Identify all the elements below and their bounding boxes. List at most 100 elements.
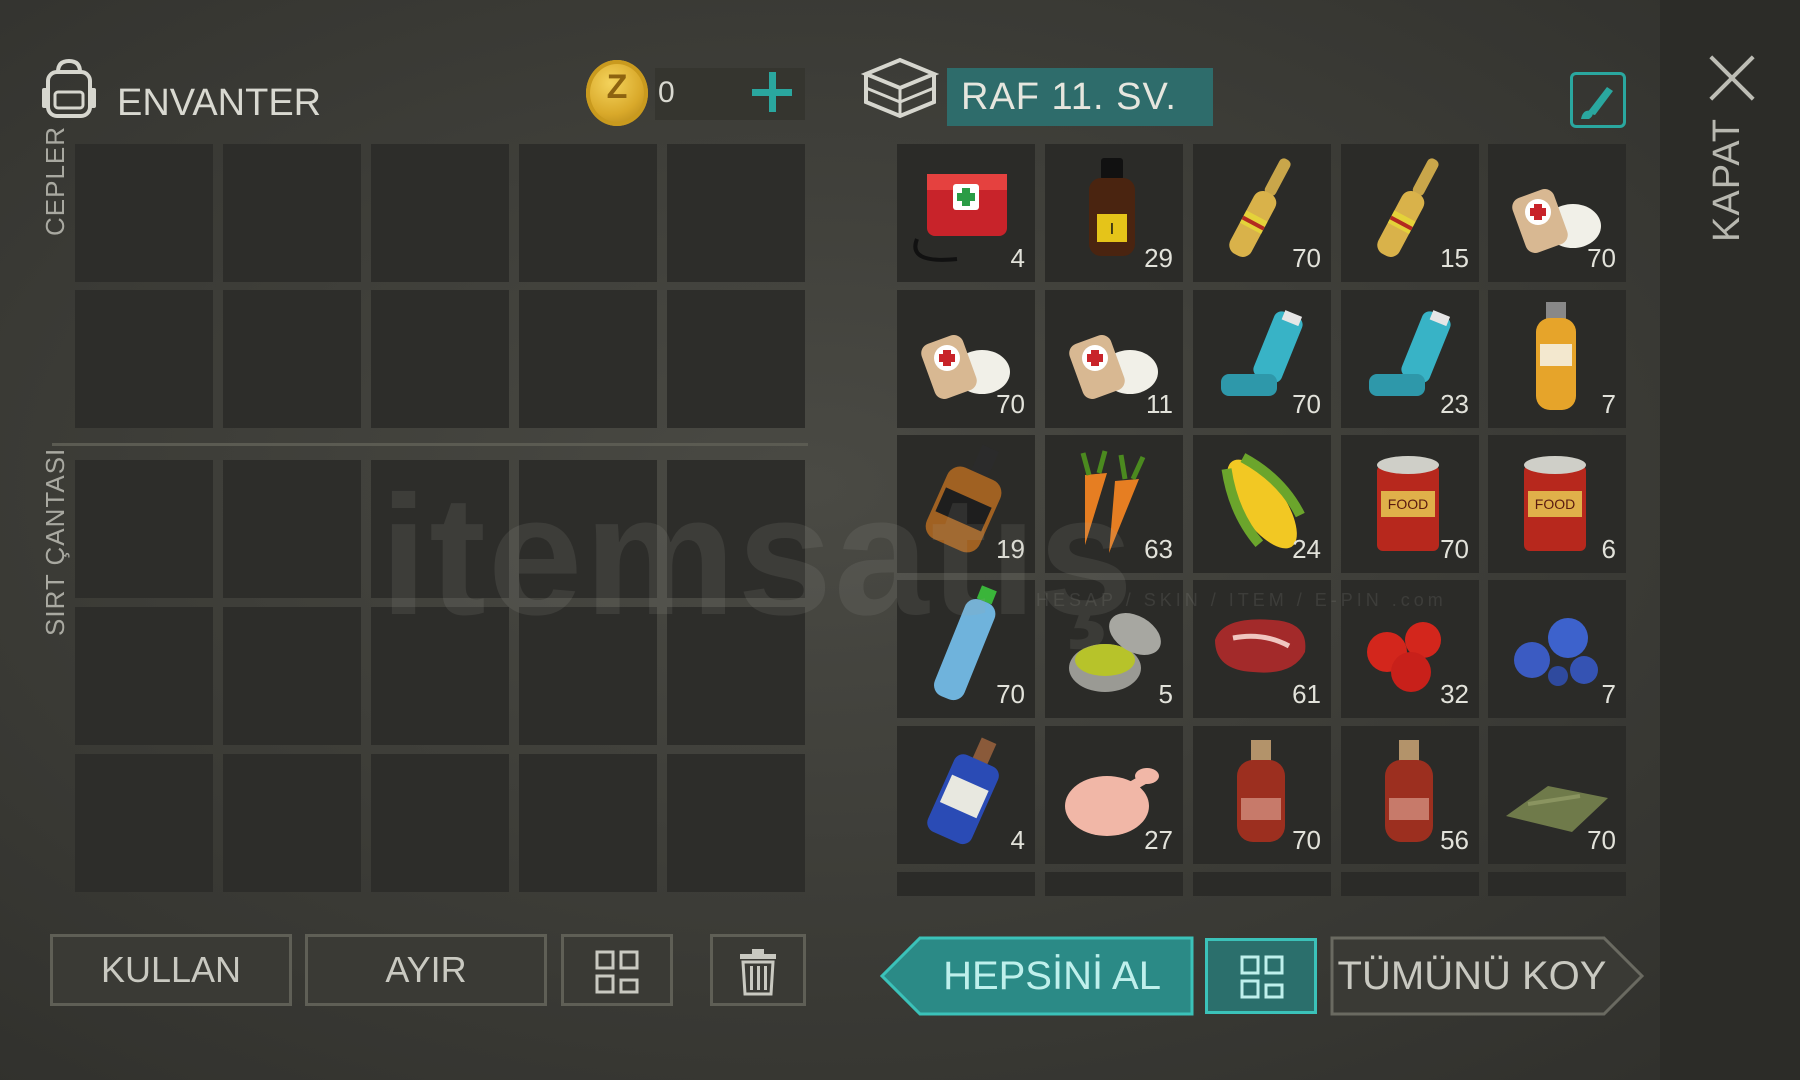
delete-button[interactable] (710, 934, 806, 1006)
grid-sort-icon (595, 950, 639, 994)
container-item-slot[interactable]: 70 (1488, 144, 1626, 282)
backpack-slot[interactable] (75, 754, 213, 892)
item-quantity: 4 (1010, 825, 1025, 855)
take-all-label: HEPSİNİ AL (943, 953, 1161, 998)
sort-button[interactable] (561, 934, 673, 1006)
put-all-label: TÜMÜNÜ KOY (1338, 954, 1607, 998)
coin-value: 0 (658, 76, 675, 109)
backpack-slot[interactable] (371, 754, 509, 892)
container-item-slot[interactable]: 70 (1193, 144, 1331, 282)
backpack-slot[interactable] (75, 607, 213, 745)
pocket-slot[interactable] (75, 290, 213, 428)
container-item-slot[interactable]: 70 (1193, 726, 1331, 864)
section-divider (52, 443, 808, 446)
backpack-icon (42, 58, 96, 118)
container-item-slot[interactable]: 24 (1193, 435, 1331, 573)
item-quantity: 56 (1440, 825, 1469, 855)
rename-button[interactable] (1570, 72, 1626, 128)
container-box-icon (860, 57, 940, 119)
backpack-slot[interactable] (519, 754, 657, 892)
trash-icon (740, 949, 776, 996)
item-quantity: 70 (1292, 825, 1321, 855)
item-quantity: 32 (1440, 679, 1469, 709)
backpack-label: SIRT ÇANTASI (40, 447, 70, 636)
pocket-slot[interactable] (223, 144, 361, 282)
add-coins-button[interactable] (752, 72, 792, 112)
container-item-slot[interactable]: 56 (1341, 726, 1479, 864)
backpack-slot[interactable] (223, 754, 361, 892)
container-item-slot[interactable]: FOOD 70 (1341, 435, 1479, 573)
container-item-slot[interactable] (1193, 872, 1331, 896)
brush-icon (1581, 87, 1613, 119)
quick-sort-button[interactable] (1205, 938, 1317, 1014)
watermark: itemsatış (380, 461, 1136, 651)
item-quantity: 4 (1010, 243, 1025, 273)
item-quantity: 7 (1601, 389, 1616, 419)
container-item-slot[interactable]: 70 (1193, 290, 1331, 428)
container-item-slot[interactable]: 7 (1488, 290, 1626, 428)
container-name: RAF 11. SV. (961, 76, 1177, 118)
item-quantity: 63 (1144, 534, 1173, 564)
pocket-slot[interactable] (75, 144, 213, 282)
item-quantity: 11 (1146, 389, 1173, 419)
use-button[interactable]: KULLAN (50, 934, 292, 1006)
backpack-slot[interactable] (75, 460, 213, 598)
container-item-slot[interactable] (1341, 872, 1479, 896)
item-quantity: 70 (1440, 534, 1469, 564)
backpack-slot[interactable] (223, 460, 361, 598)
container-item-slot[interactable]: 4 (897, 726, 1035, 864)
container-item-slot[interactable]: 70 (897, 290, 1035, 428)
watermark-subtitle: HESAP / SKIN / ITEM / E-PIN .com (1036, 590, 1447, 610)
close-button[interactable]: KAPAT (1660, 118, 1800, 270)
backpack-slot[interactable] (667, 754, 805, 892)
container-item-slot[interactable] (1488, 872, 1626, 896)
item-quantity: 24 (1292, 534, 1321, 564)
item-quantity: 70 (1587, 825, 1616, 855)
container-item-slot[interactable]: 11 (1045, 290, 1183, 428)
take-all-button[interactable]: HEPSİNİ AL (880, 936, 1194, 1016)
item-quantity: 23 (1440, 389, 1469, 419)
container-name-field[interactable]: RAF 11. SV. (947, 68, 1213, 126)
pocket-slot[interactable] (223, 290, 361, 428)
item-quantity: 70 (1587, 243, 1616, 273)
container-item-slot[interactable]: 15 (1341, 144, 1479, 282)
container-item-slot[interactable]: 23 (1341, 290, 1479, 428)
container-item-slot[interactable]: FOOD 6 (1488, 435, 1626, 573)
coin-icon: Z (586, 60, 648, 126)
item-quantity: 29 (1144, 243, 1173, 273)
item-quantity: 70 (996, 389, 1025, 419)
item-quantity: 6 (1601, 534, 1616, 564)
close-label: KAPAT (1706, 118, 1748, 242)
item-quantity: 7 (1601, 679, 1616, 709)
backpack-slot[interactable] (223, 607, 361, 745)
svg-text:FOOD: FOOD (1535, 496, 1575, 512)
container-item-slot[interactable]: 27 (1045, 726, 1183, 864)
item-quantity: 70 (1292, 243, 1321, 273)
pocket-slot[interactable] (667, 290, 805, 428)
pocket-slot[interactable] (519, 290, 657, 428)
put-all-button[interactable]: TÜMÜNÜ KOY (1330, 936, 1644, 1016)
container-item-slot[interactable]: 4 (897, 144, 1035, 282)
svg-text:I: I (1110, 221, 1114, 238)
inventory-title: ENVANTER (117, 82, 322, 124)
pockets-label: CEPLER (40, 125, 70, 236)
item-quantity: 27 (1144, 825, 1173, 855)
container-item-slot[interactable]: 7 (1488, 580, 1626, 718)
item-quantity: 15 (1440, 243, 1469, 273)
split-button[interactable]: AYIR (305, 934, 547, 1006)
pocket-slot[interactable] (519, 144, 657, 282)
container-item-slot[interactable] (1045, 872, 1183, 896)
item-quantity: 61 (1292, 679, 1321, 709)
pocket-slot[interactable] (371, 144, 509, 282)
item-quantity: 70 (996, 679, 1025, 709)
container-item-slot[interactable] (897, 872, 1035, 896)
svg-text:FOOD: FOOD (1388, 496, 1428, 512)
item-quantity: 5 (1158, 679, 1173, 709)
grid-sort-icon (1240, 955, 1284, 999)
item-quantity: 70 (1292, 389, 1321, 419)
pocket-slot[interactable] (371, 290, 509, 428)
close-icon[interactable] (1706, 52, 1758, 104)
container-item-slot[interactable]: 70 (1488, 726, 1626, 864)
pocket-slot[interactable] (667, 144, 805, 282)
container-item-slot[interactable]: I 29 (1045, 144, 1183, 282)
